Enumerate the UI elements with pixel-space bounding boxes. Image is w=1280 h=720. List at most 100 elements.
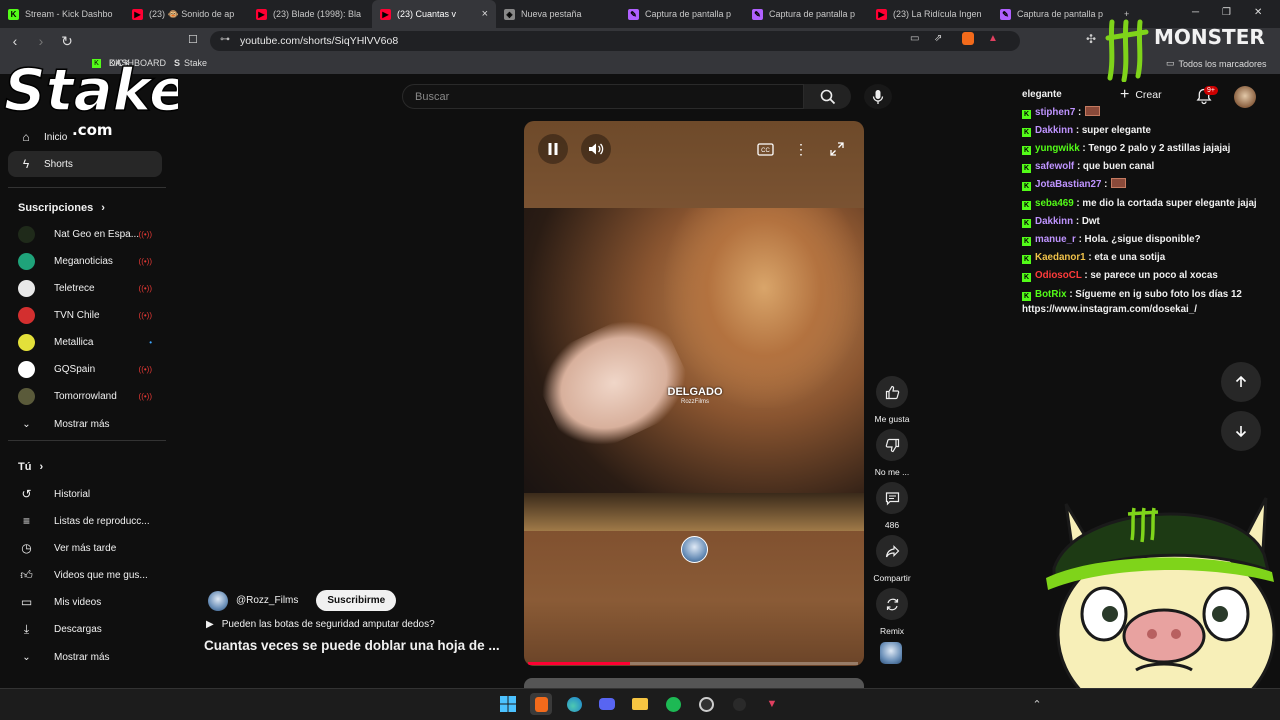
subscription-item[interactable]: Metallica • (18, 332, 158, 352)
more-options-icon[interactable]: ⋮ (786, 134, 816, 164)
subscribe-button[interactable]: Suscribirme (316, 590, 397, 611)
subscription-item[interactable]: Nat Geo en Espa... ((•)) (18, 224, 158, 244)
chevron-right-icon: › (101, 202, 105, 214)
divider (8, 440, 166, 441)
channel-avatar[interactable] (208, 590, 228, 611)
tab-title: (23) Cuantas v (397, 9, 457, 19)
chat-message: Kmanue_r : Hola. ¿sigue disponible? (1022, 231, 1258, 249)
you-item[interactable]: ≡ Listas de reproducc... (18, 511, 158, 531)
channel-avatar (18, 333, 35, 351)
subscriptions-header[interactable]: Suscripciones › (18, 202, 105, 214)
browser-tab[interactable]: ▶ (23) Blade (1998): Bla (248, 0, 372, 28)
sound-source-thumbnail[interactable] (880, 642, 902, 664)
you-item[interactable]: 👍︎ Videos que me gus... (18, 565, 158, 585)
subscription-item[interactable]: Tomorrowland ((•)) (18, 386, 158, 406)
system-tray-chevron-icon[interactable]: ⌃ (1026, 693, 1048, 715)
kick-badge-icon: K (1022, 237, 1031, 246)
forward-icon[interactable]: › (30, 30, 52, 52)
brave-shields-icon[interactable] (962, 32, 974, 45)
browser-tab[interactable]: ▶ (23) Cuantas v × (372, 0, 496, 28)
previous-short-button[interactable] (1221, 362, 1261, 402)
site-info-icon[interactable]: ⊶ (220, 34, 230, 45)
edge-browser-icon[interactable] (563, 693, 585, 715)
fullscreen-button[interactable] (822, 134, 852, 164)
you-item[interactable]: ⤓ Descargas (18, 619, 158, 639)
subscription-item[interactable]: TVN Chile ((•)) (18, 305, 158, 325)
live-icon: ((•)) (138, 256, 152, 266)
brave-browser-icon[interactable] (530, 693, 552, 715)
video-title[interactable]: Cuantas veces se puede doblar una hoja d… (204, 638, 500, 653)
subscription-item[interactable]: Meganoticias ((•)) (18, 251, 158, 271)
bookmark-page-icon[interactable]: ☐ (188, 33, 198, 46)
kick-badge-icon: K (1022, 255, 1031, 264)
channel-avatar-overlay (681, 536, 708, 563)
browser-tab[interactable]: ✎ Captura de pantalla p (744, 0, 868, 28)
chat-username: stiphen7 (1035, 107, 1076, 118)
next-short-button[interactable] (1221, 411, 1261, 451)
kick-badge-icon: K (1022, 110, 1031, 119)
volume-button[interactable] (581, 134, 611, 164)
pause-button[interactable] (538, 134, 568, 164)
voice-search-button[interactable] (864, 84, 892, 109)
tab-favicon-icon: K (8, 8, 19, 20)
tab-favicon-icon: ✎ (752, 8, 763, 20)
share-page-icon[interactable]: ⇗ (934, 33, 942, 44)
channel-avatar (18, 387, 35, 405)
tab-title: Captura de pantalla p (645, 9, 732, 19)
browser-tab[interactable]: ▶ (23) 🐵 Sonido de ap (124, 0, 248, 28)
shorts-video-player[interactable]: CC ⋮ DELGADO RozzFilms (524, 121, 864, 666)
file-explorer-icon[interactable] (629, 693, 651, 715)
video-description[interactable]: ▶ Pueden las botas de seguridad amputar … (206, 619, 435, 630)
subscription-name: GQSpain (54, 363, 96, 375)
chat-message: Kstiphen7 : (1022, 104, 1258, 122)
you-header[interactable]: Tú › (18, 461, 43, 473)
share-icon (885, 544, 899, 557)
subscription-item[interactable]: Teletrece ((•)) (18, 278, 158, 298)
remix-icon (886, 598, 898, 610)
search-input[interactable]: Buscar (402, 84, 804, 109)
address-bar[interactable]: ⊶ youtube.com/shorts/SiqYHlVV6o8 (210, 31, 1020, 51)
chat-emote (1085, 106, 1101, 116)
close-window-icon[interactable]: ✕ (1254, 7, 1262, 18)
bookmark-stake[interactable]: S Stake (174, 58, 207, 68)
obs-icon[interactable] (695, 693, 717, 715)
subscription-item[interactable]: GQSpain ((•)) (18, 359, 158, 379)
close-tab-icon[interactable]: × (482, 8, 488, 20)
app-icon[interactable] (728, 693, 750, 715)
minimize-window-icon[interactable]: ─ (1192, 7, 1199, 18)
reload-icon[interactable]: ↻ (56, 30, 78, 52)
browser-tab[interactable]: ▶ (23) La Ridícula Ingen (868, 0, 992, 28)
hair-region (664, 208, 864, 408)
cast-icon[interactable]: ▭ (910, 33, 919, 44)
remix-button[interactable]: Remix (871, 588, 913, 636)
app-triangle-icon[interactable]: ▼ (761, 693, 783, 715)
you-item[interactable]: ↺ Historial (18, 484, 158, 504)
you-item[interactable]: ◷ Ver más tarde (18, 538, 158, 558)
share-button[interactable]: Compartir (871, 535, 913, 583)
you-item[interactable]: ▭ Mis videos (18, 592, 158, 612)
comments-button[interactable]: 486 (871, 482, 913, 530)
dislike-button[interactable]: No me ... (871, 429, 913, 477)
sidebar-item-shorts[interactable]: ϟ Shorts (8, 151, 162, 177)
video-overlay-subtitle: RozzFilms (681, 399, 709, 405)
browser-tab[interactable]: ◈ Nueva pestaña (496, 0, 620, 28)
browser-tab[interactable]: ✎ Captura de pantalla p (620, 0, 744, 28)
show-more-you[interactable]: ⌄ Mostrar más (18, 647, 158, 667)
browser-tab[interactable]: K Stream - Kick Dashbo (0, 0, 124, 28)
like-button[interactable]: Me gusta (871, 376, 913, 424)
video-progress-bar[interactable] (528, 662, 858, 665)
restore-window-icon[interactable]: ❐ (1222, 7, 1231, 18)
show-more-subscriptions[interactable]: ⌄ Mostrar más (18, 414, 158, 434)
discord-icon[interactable] (596, 693, 618, 715)
search-button[interactable] (804, 84, 851, 109)
browser-tab[interactable]: ✎ Captura de pantalla p (992, 0, 1116, 28)
spotify-icon[interactable] (662, 693, 684, 715)
captions-button[interactable]: CC (750, 134, 780, 164)
windows-start-icon[interactable] (497, 693, 519, 715)
kick-badge-icon: K (1022, 164, 1031, 173)
back-icon[interactable]: ‹ (4, 30, 26, 52)
tab-favicon-icon: ▶ (380, 8, 391, 20)
brave-rewards-icon[interactable]: ▲ (988, 33, 998, 44)
extensions-icon[interactable]: ✣ (1086, 32, 1096, 46)
channel-name[interactable]: @Rozz_Films (236, 595, 298, 606)
